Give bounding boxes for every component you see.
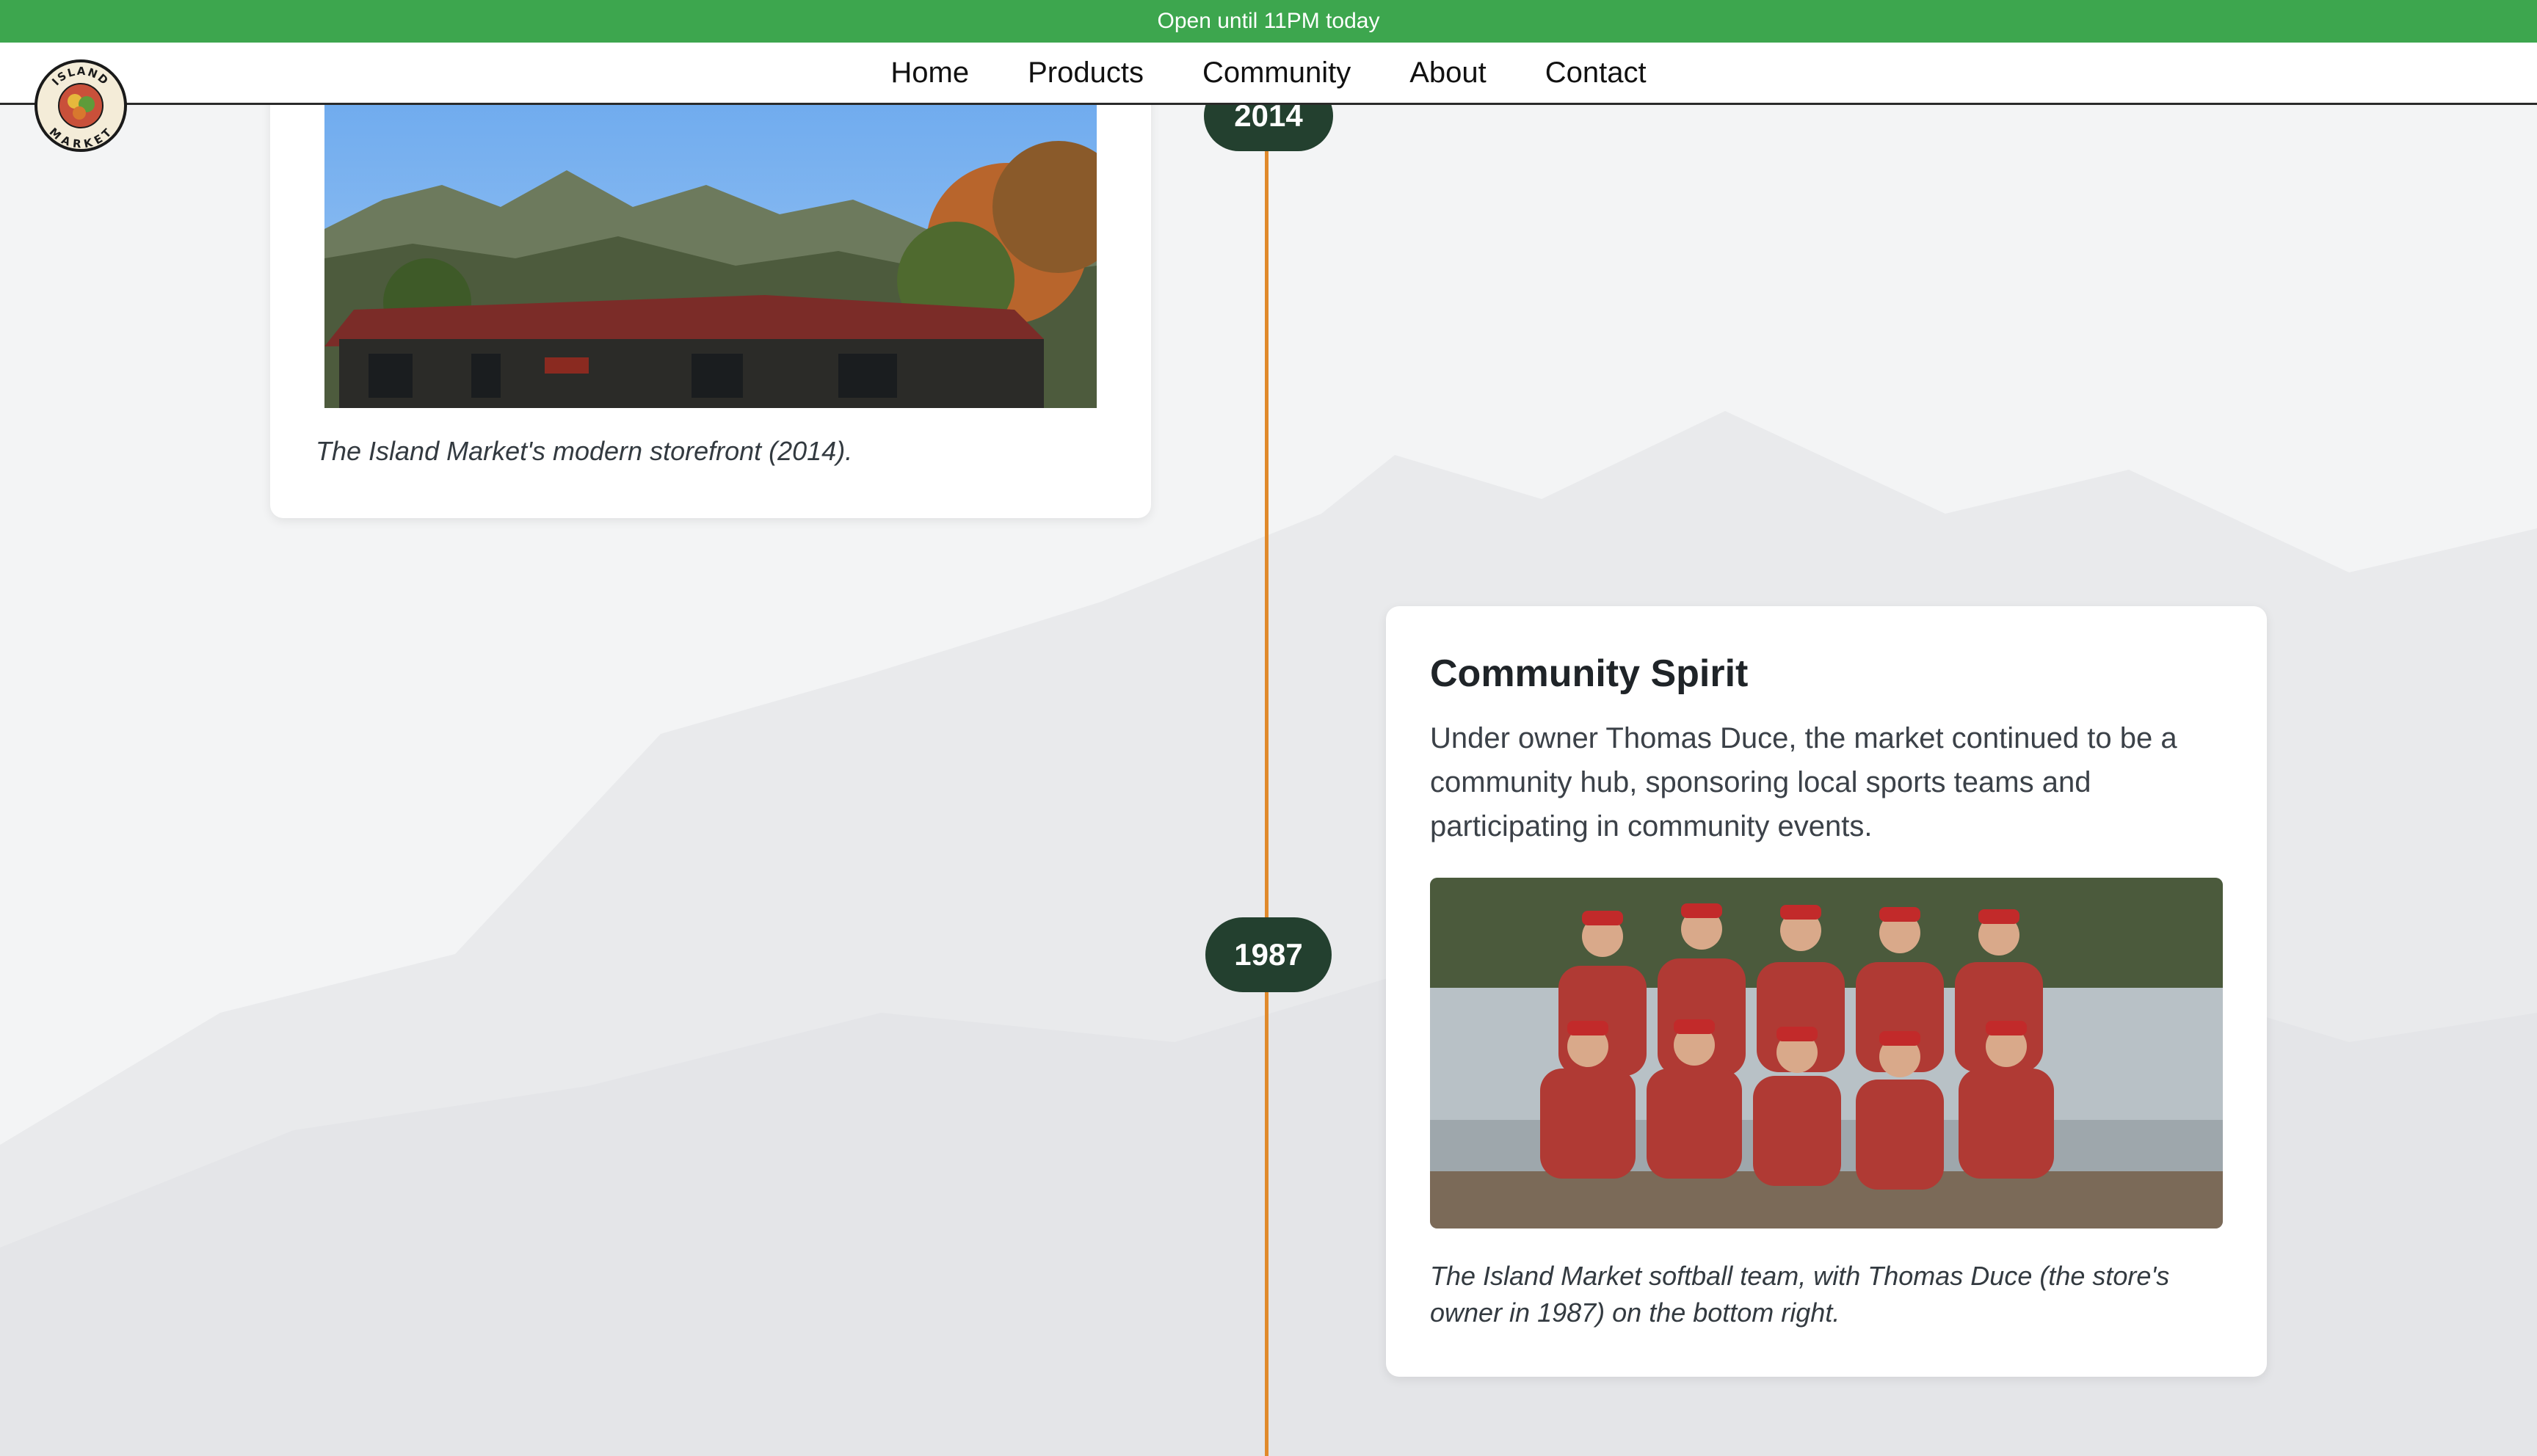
- hours-banner: Open until 11PM today: [0, 0, 2537, 43]
- top-navigation: Home Products Community About Contact: [0, 43, 2537, 105]
- nav-item-community[interactable]: Community: [1202, 57, 1351, 90]
- hours-banner-text: Open until 11PM today: [1157, 9, 1380, 33]
- softball-team-image: [1430, 878, 2223, 1228]
- storefront-image: [324, 60, 1097, 408]
- timeline-card-1987: Community Spirit Under owner Thomas Duce…: [1386, 606, 2267, 1377]
- nav-item-contact[interactable]: Contact: [1545, 57, 1647, 90]
- nav-item-about[interactable]: About: [1409, 57, 1487, 90]
- nav-item-home[interactable]: Home: [890, 57, 969, 90]
- year-badge-1987: 1987: [1205, 917, 1332, 992]
- softball-team-caption: The Island Market softball team, with Th…: [1430, 1261, 2170, 1328]
- nav-links: Home Products Community About Contact: [0, 43, 2537, 103]
- softball-team-photo: [1430, 878, 2223, 1228]
- timeline-card-2014: The Island Market's modern storefront (2…: [270, 44, 1151, 518]
- island-market-logo[interactable]: ISLAND MARKET: [34, 59, 128, 153]
- timeline-line: [1265, 103, 1268, 1456]
- storefront-caption: The Island Market's modern storefront (2…: [316, 436, 853, 466]
- card-title: Community Spirit: [1430, 652, 1749, 695]
- storefront-photo: [324, 60, 1097, 408]
- nav-item-products[interactable]: Products: [1028, 57, 1144, 90]
- card-body: Under owner Thomas Duce, the market cont…: [1430, 722, 2177, 842]
